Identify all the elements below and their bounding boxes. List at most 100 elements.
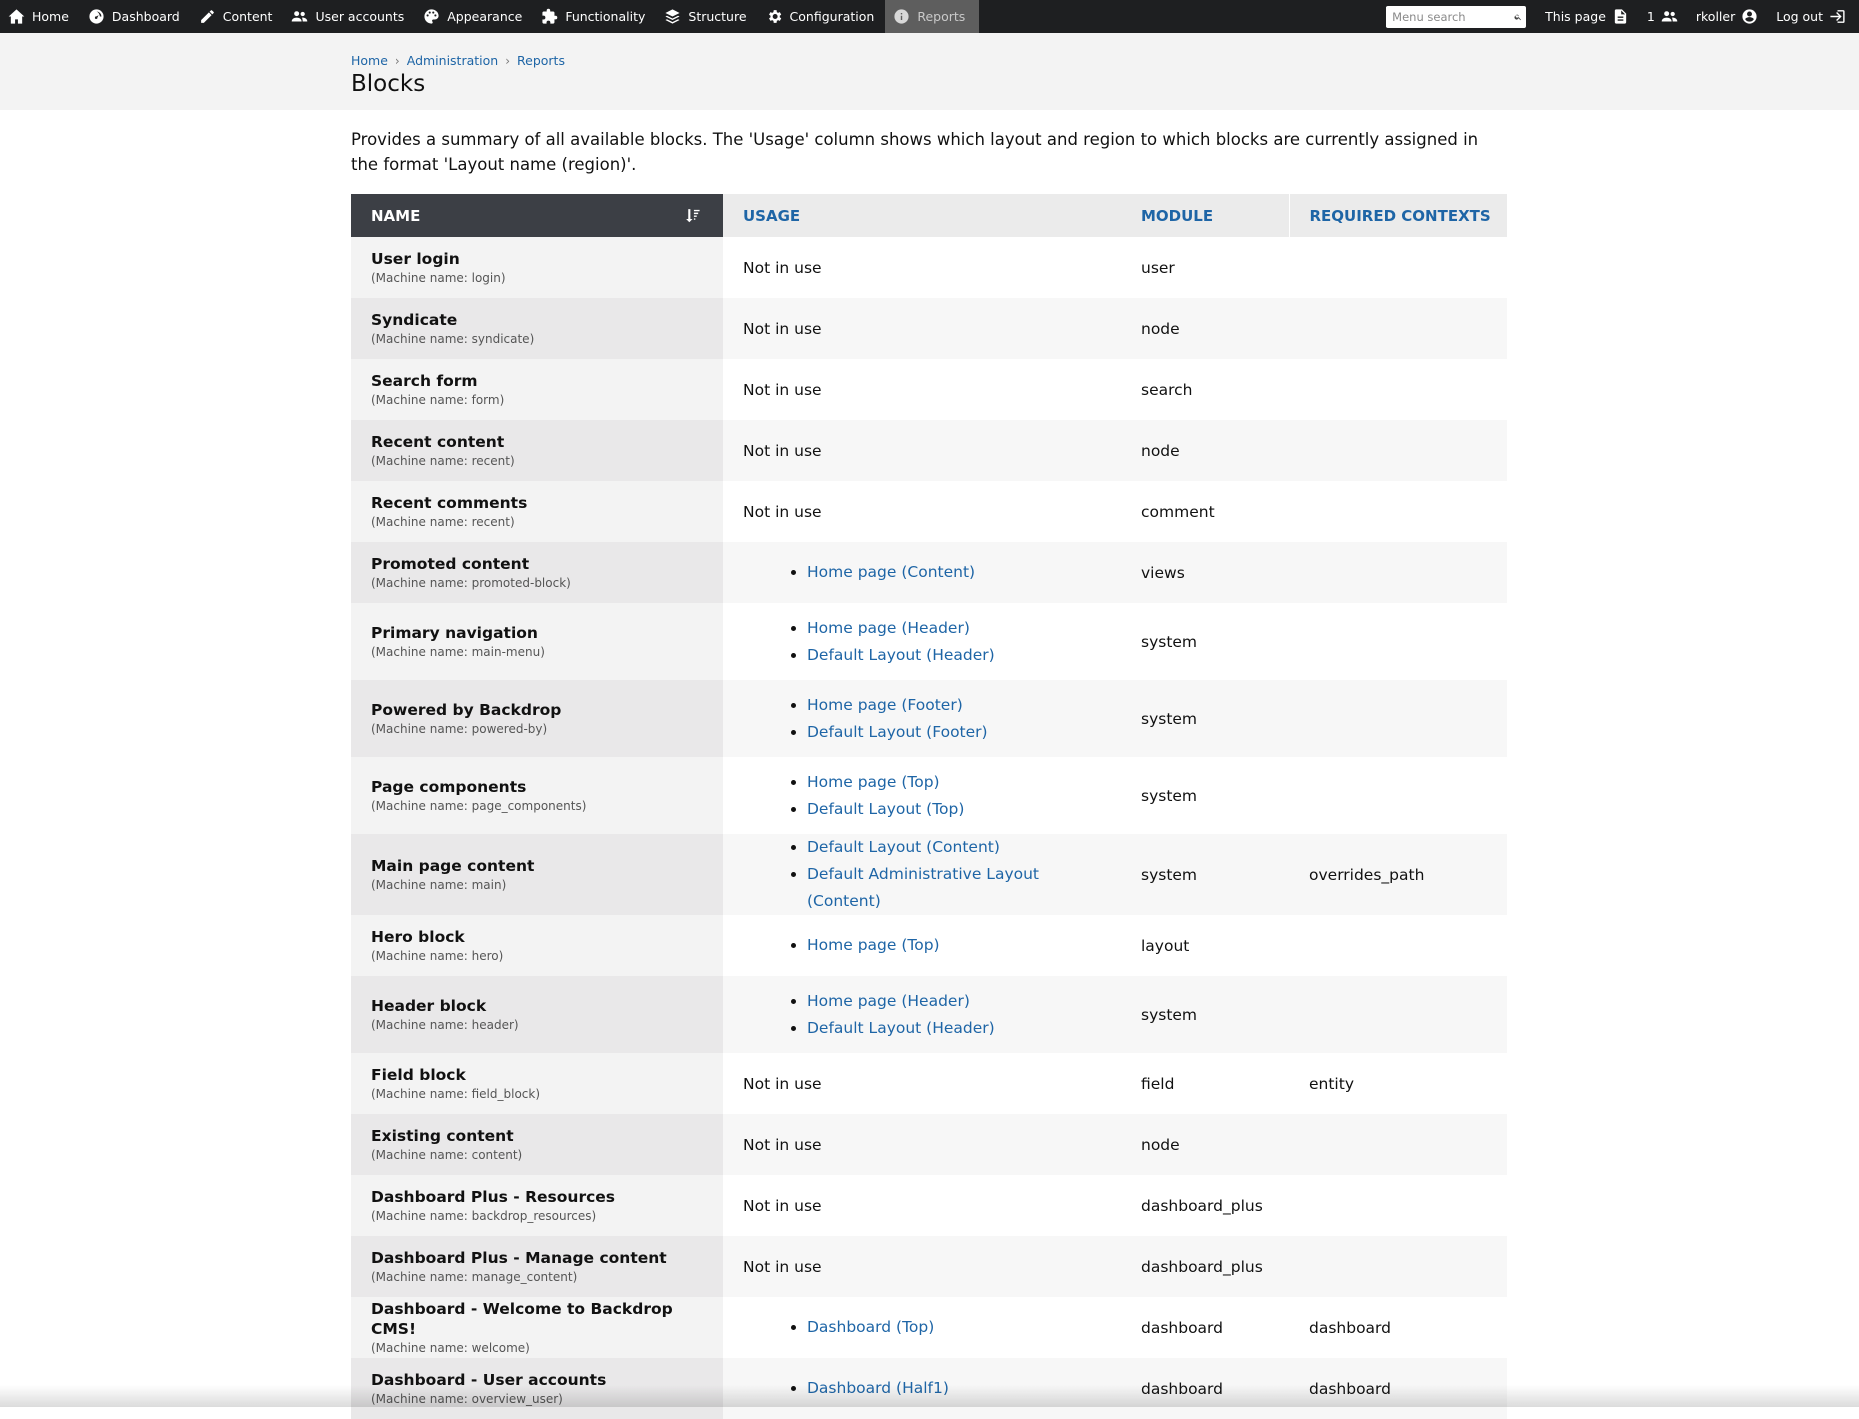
block-usage-cell: Not in use: [723, 237, 1121, 298]
block-name-cell: Promoted content (Machine name: promoted-…: [351, 542, 723, 603]
block-machine-name: (Machine name: overview_user): [371, 1392, 563, 1406]
page-title: Blocks: [351, 71, 426, 97]
usage-layout-link[interactable]: Default Layout (Content): [807, 838, 1000, 856]
block-module-cell: dashboard_plus: [1121, 1236, 1289, 1297]
block-module-cell: search: [1141, 380, 1193, 399]
admin-menu-label: User accounts: [315, 9, 405, 24]
usage-layout-link[interactable]: Default Layout (Header): [807, 1019, 995, 1037]
username: rkoller: [1695, 9, 1736, 24]
this-page-label: This page: [1545, 9, 1606, 24]
block-module-cell: node: [1121, 298, 1289, 359]
usage-list: Home page (Top): [743, 932, 1101, 959]
breadcrumb: Home › Administration › Reports: [351, 53, 565, 68]
table-row: Main page content (Machine name: main) Def…: [351, 834, 1507, 915]
usage-layout-link[interactable]: Dashboard (Half1): [807, 1379, 949, 1397]
block-name-cell: Primary navigation (Machine name: main-me…: [351, 603, 723, 680]
usage-layout-link[interactable]: Home page (Footer): [807, 696, 963, 714]
usage-layout-link[interactable]: Home page (Header): [807, 992, 970, 1010]
admin-menu-label: Appearance: [447, 9, 523, 24]
usage-list: Dashboard (Top): [743, 1314, 1101, 1341]
breadcrumb-administration[interactable]: Administration: [407, 53, 498, 68]
sort-ascending-icon[interactable]: [684, 207, 701, 224]
admin-bar-right: This page 1 rkoller Log out: [1386, 0, 1859, 33]
block-required-contexts-cell: [1289, 1114, 1507, 1175]
table-row: Recent content (Machine name: recent) Not …: [351, 420, 1507, 481]
user-account-link[interactable]: rkoller: [1687, 8, 1767, 25]
usage-layout-link[interactable]: Home page (Header): [807, 619, 970, 637]
block-label: Dashboard - Welcome to Backdrop CMS!: [371, 1300, 673, 1338]
block-name-cell: Dashboard Plus - Resources (Machine name:…: [351, 1175, 723, 1236]
admin-menu-label: Structure: [688, 9, 747, 24]
block-name-cell: Recent comments (Machine name: recent): [351, 481, 723, 542]
column-header-name[interactable]: NAME: [351, 194, 723, 237]
admin-menu-user-accounts[interactable]: User accounts: [283, 0, 415, 33]
usage-list-item: Home page (Content): [807, 559, 1101, 586]
admin-menu-structure[interactable]: Structure: [656, 0, 757, 33]
admin-menu-dashboard[interactable]: Dashboard: [80, 0, 191, 33]
usage-layout-link[interactable]: Default Layout (Footer): [807, 723, 988, 741]
usage-layout-link[interactable]: Dashboard (Top): [807, 1318, 934, 1336]
admin-menu-content[interactable]: Content: [191, 0, 284, 33]
block-required-contexts-cell: [1289, 237, 1507, 298]
block-machine-name: (Machine name: welcome): [371, 1341, 530, 1355]
block-required-contexts-cell: [1289, 915, 1507, 976]
admin-menu-reports[interactable]: Reports: [885, 0, 980, 33]
table-row: Powered by Backdrop (Machine name: powere…: [351, 680, 1507, 757]
table-row: Page components (Machine name: page_compo…: [351, 757, 1507, 834]
breadcrumb-home[interactable]: Home: [351, 53, 388, 68]
usage-list-item: Default Administrative Layout (Content): [807, 861, 1101, 915]
search-icon[interactable]: [1514, 10, 1522, 24]
user-circle-icon: [1742, 9, 1757, 24]
block-machine-name: (Machine name: hero): [371, 949, 504, 963]
column-header-required-contexts[interactable]: REQUIRED CONTEXTS: [1288, 194, 1507, 237]
block-machine-name: (Machine name: header): [371, 1018, 519, 1032]
block-label: Header block: [371, 997, 487, 1015]
usage-list-item: Default Layout (Header): [807, 1015, 1101, 1042]
menu-search-input[interactable]: [1386, 6, 1515, 27]
admin-menu-functionality[interactable]: Functionality: [533, 0, 656, 33]
usage-list-item: Default Layout (Header): [807, 642, 1101, 669]
usage-list-item: Dashboard (Top): [807, 1314, 1101, 1341]
admin-menu-appearance[interactable]: Appearance: [415, 0, 533, 33]
column-header-usage[interactable]: USAGE: [723, 194, 1121, 237]
block-label: Dashboard Plus - Resources: [371, 1188, 616, 1206]
table-row: Header block (Machine name: header) Home p…: [351, 976, 1507, 1053]
admin-menu-label: Reports: [917, 9, 966, 24]
block-usage-cell: Not in use: [723, 298, 1121, 359]
block-module-cell: system: [1121, 976, 1289, 1053]
usage-layout-link[interactable]: Default Layout (Header): [807, 646, 995, 664]
admin-menu-configuration[interactable]: Configuration: [758, 0, 886, 33]
users-icon: [1661, 11, 1678, 22]
users-online[interactable]: 1: [1638, 8, 1687, 25]
block-label: Syndicate: [371, 311, 458, 329]
usage-layout-link[interactable]: Home page (Content): [807, 563, 975, 581]
block-required-contexts-cell: dashboard: [1289, 1358, 1507, 1419]
block-machine-name: (Machine name: field_block): [371, 1087, 541, 1101]
block-label: Powered by Backdrop: [371, 701, 562, 719]
block-usage-cell: Not in use: [723, 1236, 1121, 1297]
admin-menu-label: Content: [222, 9, 273, 24]
users-icon: [292, 11, 308, 22]
logout-label: Log out: [1776, 9, 1823, 24]
logout-link[interactable]: Log out: [1767, 8, 1855, 25]
block-label: Primary navigation: [371, 624, 538, 642]
block-usage-cell: Dashboard (Half1): [723, 1358, 1121, 1419]
usage-layout-link[interactable]: Home page (Top): [807, 773, 940, 791]
usage-list-item: Default Layout (Footer): [807, 719, 1101, 746]
block-required-contexts-cell: [1289, 298, 1507, 359]
usage-layout-link[interactable]: Default Administrative Layout (Content): [807, 865, 1039, 910]
blocks-table-body: User login (Machine name: login) Not in us…: [351, 237, 1507, 1419]
usage-status: Not in use: [743, 1196, 822, 1215]
table-row: Promoted content (Machine name: promoted-…: [351, 542, 1507, 603]
usage-layout-link[interactable]: Home page (Top): [807, 936, 940, 954]
column-header-module[interactable]: MODULE: [1121, 194, 1289, 237]
admin-menu: Home Dashboard Content User accounts App…: [0, 0, 980, 33]
usage-layout-link[interactable]: Default Layout (Top): [807, 800, 964, 818]
usage-list: Home page (Content): [743, 559, 1101, 586]
block-label: User login: [371, 250, 460, 268]
breadcrumb-reports[interactable]: Reports: [517, 53, 565, 68]
admin-menu-home[interactable]: Home: [0, 0, 80, 33]
this-page-menu[interactable]: This page: [1536, 8, 1638, 25]
block-usage-cell: Home page (Top): [723, 915, 1121, 976]
block-machine-name: (Machine name: main-menu): [371, 645, 545, 659]
